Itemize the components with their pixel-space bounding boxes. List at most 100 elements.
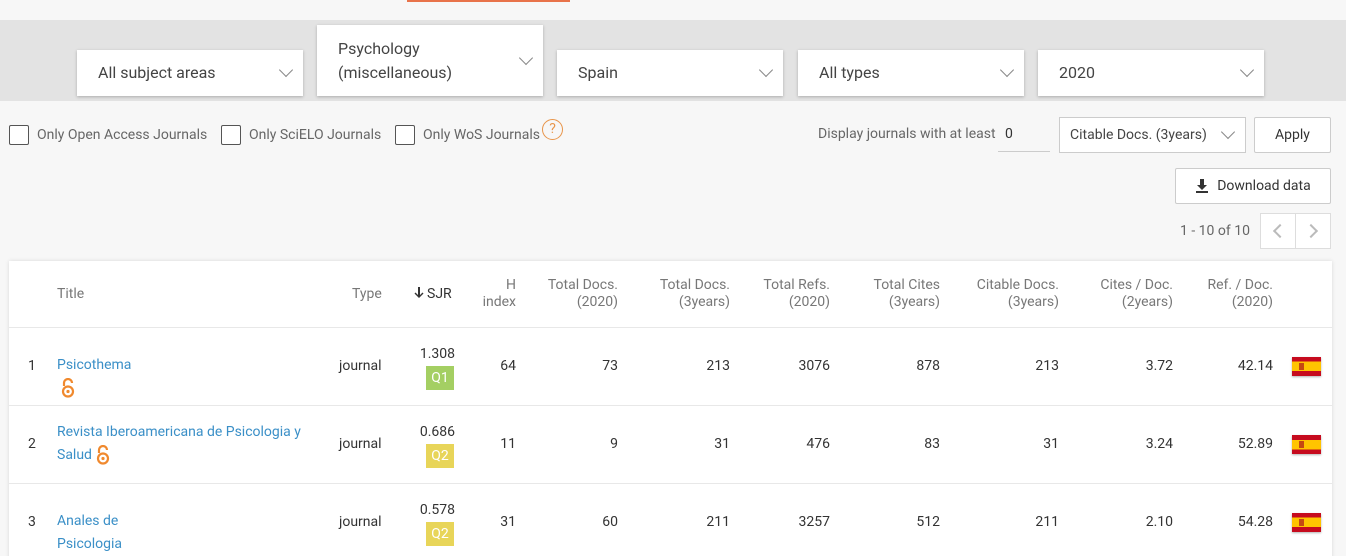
- journal-title-link[interactable]: Anales de Psicologia: [57, 510, 122, 556]
- h-index-value: 11: [500, 436, 516, 452]
- min-value-input[interactable]: 0: [998, 118, 1050, 152]
- total-cites-value: 878: [916, 358, 940, 374]
- apply-button[interactable]: Apply: [1254, 117, 1331, 153]
- scielo-label: Only SciELO Journals: [249, 127, 382, 143]
- total-docs-3y-value: 211: [706, 514, 730, 530]
- col-header-total-refs[interactable]: Total Refs. (2020): [740, 277, 830, 311]
- total-cites-line2: (3years): [888, 294, 940, 310]
- scielo-checkbox[interactable]: Only SciELO Journals: [221, 124, 381, 146]
- sjr-value: 0.578: [419, 502, 455, 518]
- journal-title-text[interactable]: Anales de Psicologia: [57, 513, 122, 552]
- chevron-right-icon: [1303, 223, 1319, 239]
- spain-flag-icon: [1292, 435, 1321, 454]
- open-access-label: Only Open Access Journals: [37, 127, 208, 143]
- download-label: Download data: [1217, 178, 1311, 194]
- ref-per-doc-value: 42.14: [1237, 358, 1273, 374]
- row-divider: [9, 405, 1332, 406]
- col-header-h-index[interactable]: Hindex: [470, 277, 516, 311]
- col-header-total-cites[interactable]: Total Cites (3years): [850, 277, 940, 311]
- citable-docs-value: 31: [1043, 436, 1059, 452]
- total-refs-value: 3257: [798, 514, 830, 530]
- citable-docs-value: 213: [1035, 358, 1059, 374]
- display-filter-label: Display journals with at least: [818, 126, 996, 142]
- subject-category-dropdown[interactable]: Psychology (miscellaneous): [317, 25, 543, 96]
- type-dropdown[interactable]: All types: [798, 50, 1024, 96]
- download-data-button[interactable]: Download data: [1175, 168, 1331, 204]
- cites-doc-line1: Cites / Doc.: [1100, 277, 1173, 293]
- cites-per-doc-value: 3.72: [1145, 358, 1173, 374]
- col-header-type[interactable]: Type: [352, 286, 382, 303]
- download-icon: [1196, 179, 1209, 193]
- total-docs-3y-value: 31: [714, 436, 730, 452]
- row-rank: 2: [28, 436, 36, 452]
- active-tab-indicator: [407, 0, 570, 2]
- country-dropdown[interactable]: Spain: [557, 50, 783, 96]
- prev-page-button[interactable]: [1260, 213, 1296, 249]
- journal-title-text-cont[interactable]: Salud: [57, 447, 92, 463]
- total-docs3-line2: (3years): [678, 294, 730, 310]
- journal-type: journal: [339, 514, 382, 530]
- wos-checkbox[interactable]: Only WoS Journals: [395, 124, 540, 146]
- subject-category-line2: (miscellaneous): [338, 62, 453, 82]
- total-refs-line1: Total Refs.: [763, 277, 830, 293]
- metric-value: Citable Docs. (3years): [1070, 127, 1207, 143]
- total-docs-line2: (2020): [576, 294, 618, 310]
- subject-category-value: Psychology (miscellaneous): [338, 37, 452, 85]
- journal-title-text[interactable]: Psicothema: [57, 357, 131, 373]
- chevron-left-icon: [1272, 223, 1288, 239]
- ref-per-doc-value: 54.28: [1237, 514, 1273, 530]
- next-page-button[interactable]: [1295, 213, 1331, 249]
- total-docs-value: 73: [602, 358, 618, 374]
- col-header-sjr-label: SJR: [427, 286, 452, 302]
- col-header-total-docs[interactable]: Total Docs. (2020): [528, 277, 618, 311]
- subject-area-dropdown[interactable]: All subject areas: [77, 50, 303, 96]
- checkbox-box[interactable]: [221, 125, 241, 145]
- country-value: Spain: [578, 63, 618, 82]
- open-access-checkbox[interactable]: Only Open Access Journals: [9, 124, 207, 146]
- chevron-down-icon: [999, 62, 1015, 78]
- total-cites-value: 83: [924, 436, 940, 452]
- journal-type: journal: [339, 436, 382, 452]
- total-refs-value: 476: [806, 436, 830, 452]
- spain-flag-icon: [1292, 357, 1321, 376]
- journal-title-text[interactable]: Revista Iberoamericana de Psicologia y: [57, 424, 301, 440]
- quartile-badge: Q2: [426, 522, 454, 546]
- metric-dropdown[interactable]: Citable Docs. (3years): [1059, 117, 1246, 153]
- row-divider: [9, 327, 1332, 328]
- col-header-cites-per-doc[interactable]: Cites / Doc. (2years): [1083, 277, 1173, 311]
- col-header-ref-per-doc[interactable]: Ref. / Doc. (2020): [1183, 277, 1273, 311]
- col-header-citable-docs[interactable]: Citable Docs. (3years): [959, 277, 1059, 311]
- pagination-info: 1 - 10 of 10: [1180, 223, 1250, 239]
- year-dropdown[interactable]: 2020: [1038, 50, 1264, 96]
- row-rank: 3: [28, 514, 36, 530]
- col-header-total-docs-3y[interactable]: Total Docs. (3years): [640, 277, 730, 311]
- col-header-title[interactable]: Title: [57, 286, 84, 303]
- sort-down-arrow-icon: [414, 287, 424, 298]
- chevron-down-icon: [278, 62, 294, 78]
- col-header-sjr[interactable]: SJR: [414, 286, 452, 303]
- journal-title-link[interactable]: Psicothema: [57, 354, 131, 400]
- checkbox-box[interactable]: [395, 125, 415, 145]
- total-docs3-line1: Total Docs.: [659, 277, 730, 293]
- h-index-line2: index: [482, 294, 516, 310]
- chevron-down-icon: [518, 50, 534, 65]
- subject-category-line1: Psychology: [338, 38, 420, 58]
- wos-label: Only WoS Journals: [423, 127, 540, 143]
- journal-type: journal: [339, 358, 382, 374]
- row-divider: [9, 483, 1332, 484]
- total-docs-value: 60: [602, 514, 618, 530]
- chevron-down-icon: [1220, 124, 1236, 140]
- journal-title-link[interactable]: Revista Iberoamericana de Psicologia y Sa…: [57, 421, 317, 467]
- type-value: All types: [819, 63, 880, 82]
- subject-area-value: All subject areas: [98, 63, 216, 82]
- ref-doc-line1: Ref. / Doc.: [1207, 277, 1273, 293]
- total-cites-line1: Total Cites: [873, 277, 940, 293]
- h-index-line1: H: [506, 277, 516, 293]
- sjr-value: 0.686: [419, 424, 455, 440]
- total-docs-line1: Total Docs.: [547, 277, 618, 293]
- citable-line2: (3years): [1007, 294, 1059, 310]
- help-icon[interactable]: ?: [542, 119, 563, 140]
- citable-line1: Citable Docs.: [976, 277, 1059, 293]
- checkbox-box[interactable]: [9, 125, 29, 145]
- total-cites-value: 512: [916, 514, 940, 530]
